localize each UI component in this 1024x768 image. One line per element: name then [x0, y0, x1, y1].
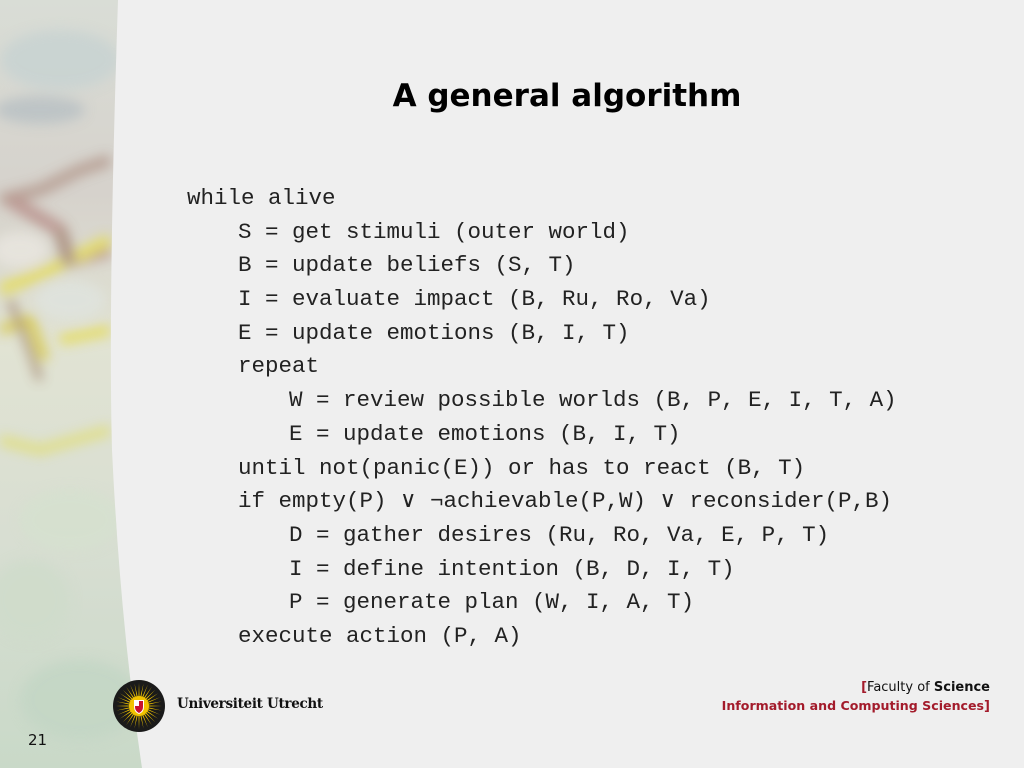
code-line: E = update emotions (B, I, T): [238, 319, 630, 346]
faculty-block: [Faculty of Science Information and Comp…: [722, 679, 990, 716]
code-line: S = get stimuli (outer world): [238, 218, 630, 245]
code-line: I = evaluate impact (B, Ru, Ro, Va): [238, 286, 711, 313]
code-line: W = review possible worlds (B, P, E, I, …: [289, 387, 897, 414]
code-line: if empty(P) ∨ ¬achievable(P,W) ∨ reconsi…: [238, 488, 893, 515]
code-line: P = generate plan (W, I, A, T): [289, 589, 695, 616]
code-line: execute action (P, A): [238, 622, 522, 649]
faculty-prefix: Faculty of: [867, 680, 934, 695]
code-line: E = update emotions (B, I, T): [289, 420, 681, 447]
slide-title: A general algorithm: [392, 78, 742, 114]
code-line: while alive: [187, 185, 336, 211]
decorative-side-image: [0, 0, 142, 768]
university-sun-seal-icon: [113, 680, 165, 732]
faculty-name: Science: [933, 680, 990, 695]
code-line: D = gather desires (Ru, Ro, Va, E, P, T): [289, 521, 830, 548]
university-name: Universiteit Utrecht: [177, 696, 323, 712]
code-line: until not(panic(E)) or has to react (B, …: [238, 454, 806, 481]
department-name: Information and Computing Sciences: [721, 698, 985, 713]
code-line: repeat: [238, 353, 320, 380]
code-line: B = update beliefs (S, T): [238, 252, 576, 279]
close-bracket: ]: [984, 699, 990, 714]
algorithm-pseudocode: while alive S = get stimuli (outer world)…: [187, 182, 897, 654]
page-number: 21: [28, 731, 48, 749]
code-line: I = define intention (B, D, I, T): [289, 555, 735, 582]
